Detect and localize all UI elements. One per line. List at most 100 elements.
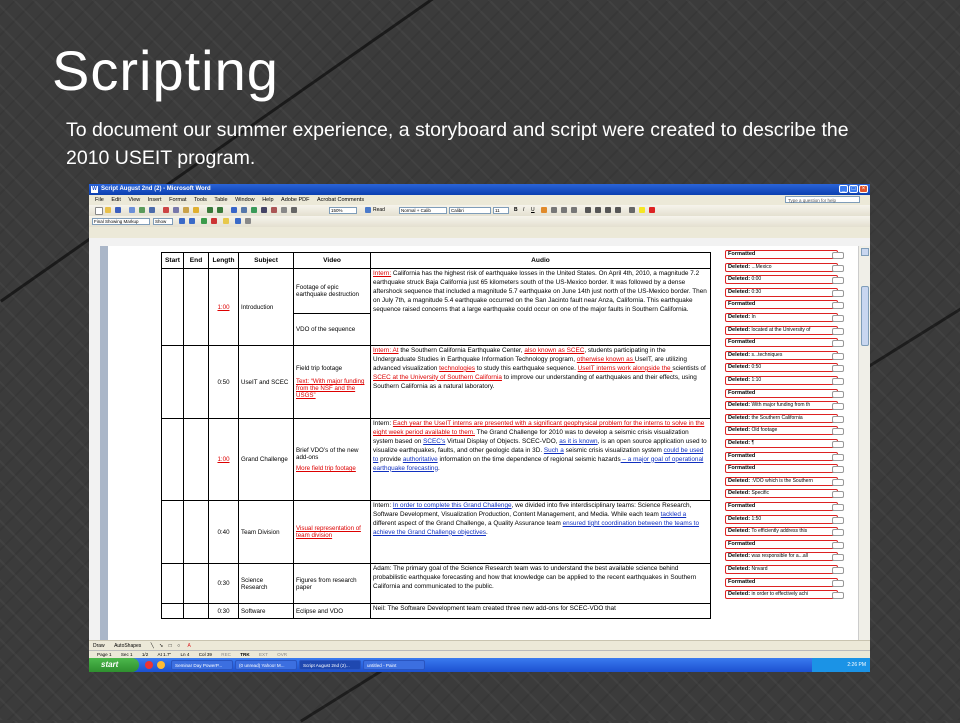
cell-end[interactable] (183, 563, 209, 604)
cut-icon[interactable] (163, 207, 169, 213)
maximize-button[interactable]: □ (849, 185, 858, 193)
balloon-marker-icon[interactable] (832, 315, 844, 322)
rectangle-icon[interactable]: □ (169, 643, 172, 649)
cell-video[interactable]: Visual representation of team division (293, 500, 371, 564)
scroll-thumb[interactable] (861, 286, 869, 346)
menu-format[interactable]: Format (169, 197, 186, 203)
cell-audio[interactable]: Adam: The primary goal of the Science Re… (370, 563, 711, 604)
cell-video[interactable]: Footage of epic earthquake destruction (293, 268, 371, 314)
minimize-button[interactable]: _ (839, 185, 848, 193)
cell-length[interactable]: 1:00 (208, 268, 239, 346)
drawing-icon[interactable] (271, 207, 277, 213)
new-document-icon[interactable] (95, 207, 103, 215)
accept-change-icon[interactable] (201, 218, 207, 224)
borders-icon[interactable] (629, 207, 635, 213)
balloon-marker-icon[interactable] (832, 554, 844, 562)
balloon-marker-icon[interactable] (832, 516, 844, 524)
format-painter-icon[interactable] (193, 207, 199, 213)
balloon-marker-icon[interactable] (832, 252, 844, 259)
increase-indent-icon[interactable] (615, 207, 621, 213)
balloon-marker-icon[interactable] (832, 466, 844, 474)
balloon-marker-icon[interactable] (832, 428, 844, 436)
balloon-marker-icon[interactable] (832, 390, 844, 398)
undo-icon[interactable] (207, 207, 213, 213)
taskbar-item[interactable]: (0 unread) Yahoo! M... (235, 660, 297, 670)
status-ext[interactable]: EXT (259, 652, 268, 657)
cell-video[interactable]: Eclipse and VDO (293, 603, 371, 619)
markup-balloon[interactable]: Deleted: Nnvard (725, 565, 838, 574)
menu-insert[interactable]: Insert (148, 197, 162, 203)
track-changes-icon[interactable] (235, 218, 241, 224)
markup-balloon[interactable]: Deleted: ...Mexico (725, 262, 838, 272)
menu-tools[interactable]: Tools (194, 197, 207, 203)
balloon-marker-icon[interactable] (832, 567, 844, 574)
spelling-icon[interactable] (149, 207, 155, 213)
underline-button[interactable]: U (531, 205, 535, 216)
bold-button[interactable]: B (514, 205, 518, 216)
font-size-select[interactable]: 11 (493, 207, 509, 214)
cell-subject[interactable]: Grand Challenge (238, 418, 294, 501)
next-change-icon[interactable] (189, 218, 195, 224)
markup-balloon[interactable]: Formatted (725, 338, 838, 348)
balloon-marker-icon[interactable] (832, 478, 844, 486)
align-center-icon[interactable] (551, 207, 557, 213)
vertical-scrollbar[interactable] (858, 246, 870, 640)
print-preview-icon[interactable] (139, 207, 145, 213)
balloon-marker-icon[interactable] (832, 592, 844, 600)
balloon-marker-icon[interactable] (832, 378, 844, 385)
menu-edit[interactable]: Edit (111, 197, 120, 203)
show-hide-icon[interactable] (291, 207, 297, 213)
zoom-select[interactable]: 150% (329, 207, 357, 214)
cell-subject[interactable]: Introduction (238, 268, 294, 346)
style-select[interactable]: Normal + Calib (399, 207, 447, 214)
balloon-marker-icon[interactable] (832, 415, 844, 423)
cell-video[interactable]: Brief VDO’s of the new add-ons More field… (293, 418, 371, 501)
markup-view-select[interactable]: Final Showing Markup (92, 218, 150, 225)
markup-balloon[interactable]: Deleted: in order to effectively achi (725, 590, 838, 600)
excel-icon[interactable] (251, 207, 257, 213)
markup-balloon[interactable]: Formatted (725, 250, 838, 259)
cell-end[interactable] (183, 268, 209, 346)
cell-video[interactable]: VDO of the sequence (293, 313, 371, 346)
balloon-marker-icon[interactable] (832, 504, 844, 511)
menu-help[interactable]: Help (262, 197, 273, 203)
markup-balloon[interactable]: Formatted (725, 464, 838, 474)
taskbar-item-active[interactable]: Script August 2nd (2)... (299, 660, 361, 670)
markup-balloon[interactable]: Deleted: To efficiently address this (725, 527, 838, 537)
balloon-marker-icon[interactable] (832, 579, 844, 587)
cell-start[interactable] (161, 603, 184, 619)
oval-icon[interactable]: ○ (177, 643, 180, 649)
menu-acrobat-comments[interactable]: Acrobat Comments (317, 197, 364, 203)
markup-balloon[interactable]: Deleted: With major funding from th (725, 401, 838, 411)
markup-balloon[interactable]: Formatted (725, 502, 838, 511)
quicklaunch-icon[interactable] (145, 661, 153, 669)
document-page[interactable]: Start End Length Subject Video Audio 1:0… (108, 246, 718, 640)
markup-balloon[interactable]: Deleted: 0:50 (725, 363, 838, 373)
cell-video[interactable]: Field trip footage Text: “With major fund… (293, 345, 371, 419)
balloon-marker-icon[interactable] (832, 453, 844, 461)
cell-video[interactable]: Figures from research paper (293, 563, 371, 604)
close-button[interactable]: × (859, 185, 868, 193)
markup-balloon[interactable]: Deleted: :VDO which is the Southern (725, 476, 838, 486)
markup-balloon[interactable]: Deleted: the Southern California (725, 413, 838, 423)
balloon-marker-icon[interactable] (832, 541, 844, 549)
cell-end[interactable] (183, 500, 209, 564)
markup-balloon[interactable]: Deleted: located at the University of (725, 325, 838, 335)
markup-balloon[interactable]: Formatted (725, 388, 838, 398)
balloon-marker-icon[interactable] (832, 403, 844, 411)
markup-balloon[interactable]: Formatted (725, 539, 838, 549)
markup-balloon[interactable]: Deleted: was responsible for a...all (725, 552, 838, 562)
font-color-icon[interactable] (649, 207, 655, 213)
read-icon[interactable] (365, 207, 371, 213)
table-icon[interactable] (241, 207, 247, 213)
cell-length[interactable]: 0:30 (208, 603, 239, 619)
read-button[interactable]: Read (373, 205, 385, 216)
markup-balloon[interactable]: Deleted: 1:10 (725, 376, 838, 385)
cell-subject[interactable]: Team Division (238, 500, 294, 564)
cell-length[interactable]: 0:40 (208, 500, 239, 564)
cell-start[interactable] (161, 500, 184, 564)
paste-icon[interactable] (183, 207, 189, 213)
cell-subject[interactable]: Software (238, 603, 294, 619)
autoshapes-menu[interactable]: AutoShapes (114, 643, 141, 649)
cell-length[interactable]: 1:00 (208, 418, 239, 501)
